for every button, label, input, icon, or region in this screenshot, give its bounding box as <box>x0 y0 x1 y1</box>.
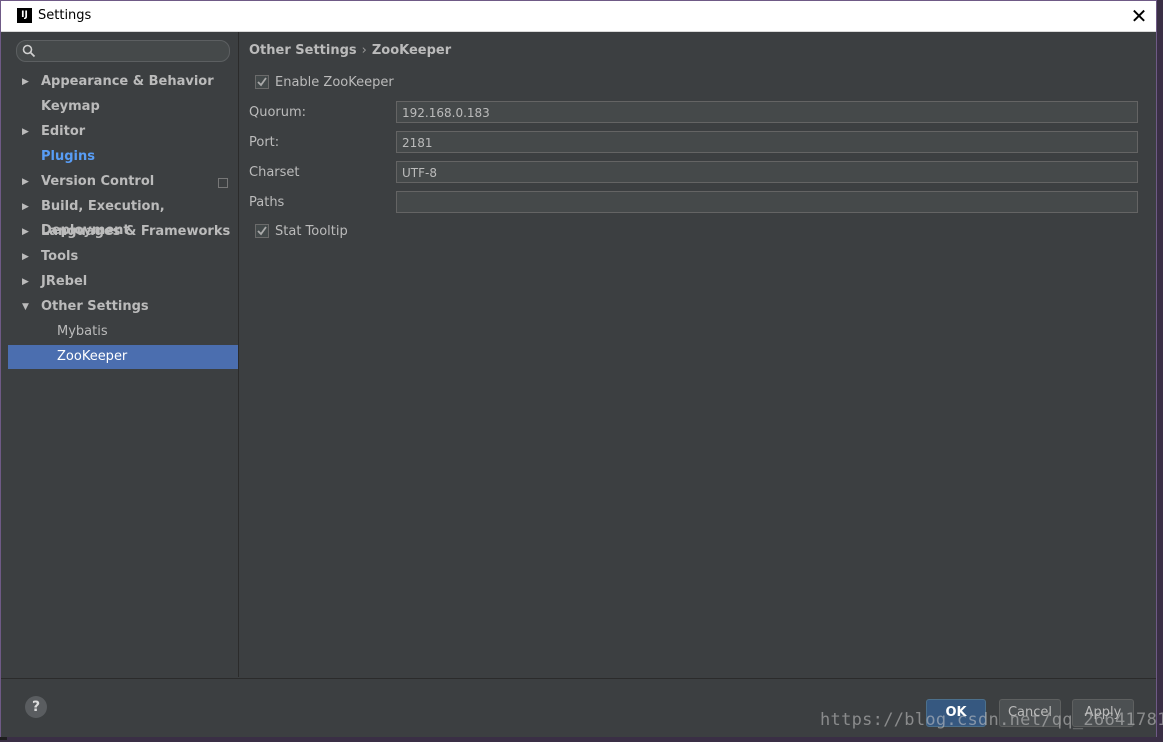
title-bar: IJ Settings ✕ <box>1 1 1156 32</box>
sidebar-item-mybatis[interactable]: Mybatis <box>8 320 238 344</box>
chevron-down-icon: ▼ <box>22 302 29 312</box>
breadcrumb-parent[interactable]: Other Settings <box>249 43 357 58</box>
sidebar-item-other-settings[interactable]: ▼ Other Settings <box>8 295 238 319</box>
watermark: https://blog.csdn.net/qq_26641781 <box>820 710 1163 730</box>
charset-label: Charset <box>249 165 300 180</box>
stat-tooltip-row[interactable]: Stat Tooltip <box>255 223 348 239</box>
chevron-right-icon: ▶ <box>22 77 29 87</box>
chevron-right-icon: ▶ <box>22 127 29 137</box>
search-icon <box>22 44 36 58</box>
project-settings-icon <box>218 178 228 188</box>
sidebar-item-build[interactable]: ▶ Build, Execution, Deployment <box>8 195 238 238</box>
enable-zookeeper-checkbox[interactable] <box>255 74 269 89</box>
settings-sidebar: ▶ Appearance & Behavior Keymap ▶ Editor … <box>8 32 239 677</box>
checkmark-icon <box>257 225 267 235</box>
checkmark-icon <box>257 76 267 86</box>
sidebar-item-version-control[interactable]: ▶ Version Control <box>8 170 238 194</box>
settings-content: Other Settings › ZooKeeper Enable ZooKeepe… <box>239 32 1156 677</box>
close-icon[interactable]: ✕ <box>1122 1 1156 31</box>
chevron-right-icon: ▶ <box>22 202 29 212</box>
breadcrumb-separator: › <box>361 43 367 58</box>
sidebar-item-editor[interactable]: ▶ Editor <box>8 120 238 144</box>
help-icon[interactable]: ? <box>25 696 47 718</box>
intellij-icon: IJ <box>17 8 32 23</box>
chevron-right-icon: ▶ <box>22 277 29 287</box>
port-input[interactable]: 2181 <box>396 131 1138 153</box>
stat-tooltip-checkbox[interactable] <box>255 223 269 238</box>
paths-input[interactable] <box>396 191 1138 213</box>
sidebar-item-languages[interactable]: ▶ Languages & Frameworks <box>8 220 238 244</box>
sidebar-item-appearance[interactable]: ▶ Appearance & Behavior <box>8 70 238 94</box>
enable-zookeeper-label: Enable ZooKeeper <box>275 75 394 90</box>
chevron-right-icon: ▶ <box>22 252 29 262</box>
quorum-label: Quorum: <box>249 105 307 120</box>
search-input[interactable] <box>16 40 230 62</box>
window-title: Settings <box>38 8 92 23</box>
settings-dialog: IJ Settings ✕ ▶ Appearance & Behavior Ke… <box>0 0 1157 737</box>
sidebar-item-jrebel[interactable]: ▶ JRebel <box>8 270 238 294</box>
paths-label: Paths <box>249 195 285 210</box>
charset-input[interactable]: UTF-8 <box>396 161 1138 183</box>
chevron-right-icon: ▶ <box>22 177 29 187</box>
enable-zookeeper-row[interactable]: Enable ZooKeeper <box>255 74 394 90</box>
sidebar-item-tools[interactable]: ▶ Tools <box>8 245 238 269</box>
quorum-input[interactable]: 192.168.0.183 <box>396 101 1138 123</box>
sidebar-item-zookeeper[interactable]: ZooKeeper <box>8 345 238 369</box>
breadcrumb-current: ZooKeeper <box>371 43 452 58</box>
breadcrumb: Other Settings › ZooKeeper <box>249 43 451 58</box>
sidebar-item-plugins[interactable]: Plugins <box>8 145 238 169</box>
stat-tooltip-label: Stat Tooltip <box>275 224 348 239</box>
port-label: Port: <box>249 135 280 150</box>
sidebar-item-keymap[interactable]: Keymap <box>8 95 238 119</box>
chevron-right-icon: ▶ <box>22 227 29 237</box>
